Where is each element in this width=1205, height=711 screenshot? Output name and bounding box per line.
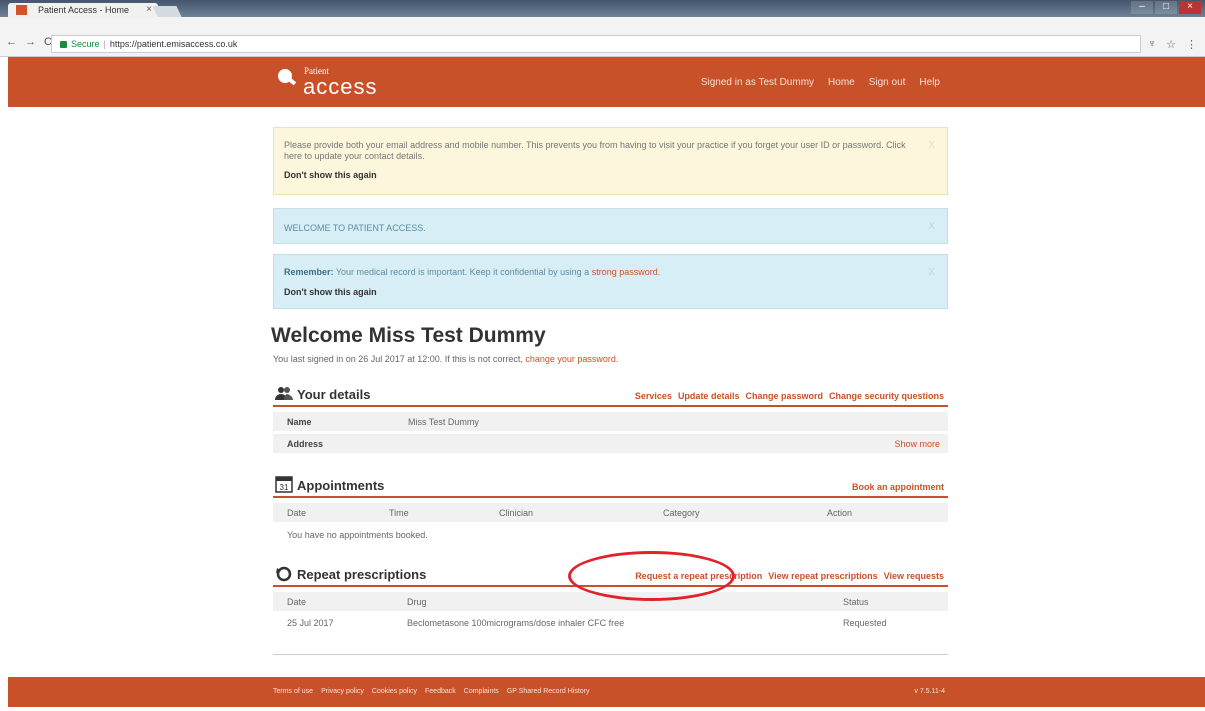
header-nav: Signed in as Test Dummy Home Sign out He…	[701, 77, 940, 88]
contact-details-alert[interactable]: Please provide both your email address a…	[273, 127, 948, 195]
dont-show-again-link[interactable]: Don't show this again	[284, 170, 917, 180]
section-title: Repeat prescriptions	[297, 567, 427, 582]
change-password-link[interactable]: Change password	[745, 391, 823, 401]
version-label: v 7.5.11-4	[914, 688, 945, 695]
appointments-header: 31 Appointments Book an appointment	[273, 474, 948, 498]
column-header: Date	[287, 508, 307, 518]
calendar-icon: 31	[275, 476, 293, 493]
welcome-alert-text: WELCOME TO PATIENT ACCESS.	[284, 223, 426, 233]
footer-gp-history-link[interactable]: GP Shared Record History	[507, 688, 590, 695]
empty-appointments-row: You have no appointments booked.	[273, 525, 948, 544]
address-label: Address	[287, 439, 324, 449]
bookmark-star-icon[interactable]: ☆	[1166, 38, 1176, 51]
remember-alert: Remember: Your medical record is importa…	[273, 254, 948, 309]
alert-text[interactable]: Please provide both your email address a…	[284, 140, 917, 162]
change-password-link[interactable]: change your password	[525, 354, 616, 364]
close-icon[interactable]: X	[928, 267, 935, 278]
nav-home[interactable]: Home	[828, 77, 855, 88]
dont-show-again-link[interactable]: Don't show this again	[284, 287, 917, 297]
column-header: Date	[287, 597, 307, 607]
footer-terms-link[interactable]: Terms of use	[273, 688, 313, 695]
name-value: Miss Test Dummy	[408, 417, 479, 427]
svg-text:31: 31	[280, 483, 289, 492]
welcome-alert: WELCOME TO PATIENT ACCESS. X	[273, 208, 948, 244]
favicon-icon	[16, 5, 27, 15]
minimize-icon[interactable]: –	[1131, 1, 1153, 14]
empty-message: You have no appointments booked.	[287, 530, 428, 540]
address-row: Address Show more	[273, 434, 948, 453]
footer-feedback-link[interactable]: Feedback	[425, 688, 456, 695]
site-header: Patient access Signed in as Test Dummy H…	[8, 57, 1205, 107]
close-icon[interactable]: X	[928, 140, 935, 151]
footer-privacy-link[interactable]: Privacy policy	[321, 688, 364, 695]
maximize-icon[interactable]: □	[1155, 1, 1177, 14]
tab-close-icon[interactable]: ×	[146, 4, 152, 15]
strong-password-link[interactable]: strong password	[592, 267, 658, 277]
footer-complaints-link[interactable]: Complaints	[464, 688, 499, 695]
browser-actions: ♆ ☆ ⋮	[1148, 38, 1197, 51]
view-requests-link[interactable]: View requests	[884, 571, 944, 581]
prescription-drug: Beclometasone 100micrograms/dose inhaler…	[407, 618, 625, 628]
update-details-link[interactable]: Update details	[678, 391, 740, 401]
prescription-date: 25 Jul 2017	[287, 618, 334, 628]
page-title: Welcome Miss Test Dummy	[271, 324, 546, 347]
column-header: Time	[389, 508, 409, 518]
secure-label: Secure	[71, 39, 100, 49]
new-tab-button[interactable]	[152, 6, 182, 17]
refresh-pill-icon	[276, 566, 292, 582]
column-header: Status	[843, 597, 869, 607]
close-window-icon[interactable]: ×	[1179, 1, 1201, 14]
last-signed-in-text: You last signed in on 26 Jul 2017 at 12:…	[273, 354, 619, 364]
nav-buttons: ← → C	[6, 36, 52, 48]
change-security-questions-link[interactable]: Change security questions	[829, 391, 944, 401]
forward-icon[interactable]: →	[25, 36, 36, 48]
site-footer: Terms of use Privacy policy Cookies poli…	[8, 677, 1205, 707]
close-icon[interactable]: X	[928, 221, 935, 232]
signed-in-label: Signed in as Test Dummy	[700, 77, 815, 88]
remember-label: Remember:	[284, 267, 334, 277]
url-text: https://patient.emisaccess.co.uk	[109, 39, 238, 49]
section-title: Appointments	[297, 478, 385, 493]
browser-tab[interactable]: Patient Access - Home ×	[8, 3, 158, 17]
browser-titlebar: Patient Access - Home × – □ ×	[0, 0, 1205, 17]
users-icon	[275, 387, 293, 400]
tab-title: Patient Access - Home	[38, 5, 130, 15]
name-row: Name Miss Test Dummy	[273, 412, 948, 431]
remember-text: Your medical record is important. Keep i…	[333, 267, 592, 277]
name-label: Name	[287, 417, 312, 427]
extension-icon[interactable]: ♆	[1148, 38, 1156, 51]
column-header: Clinician	[499, 508, 534, 518]
column-header: Drug	[407, 597, 427, 607]
view-repeat-prescriptions-link[interactable]: View repeat prescriptions	[768, 571, 877, 581]
prescription-status: Requested	[843, 618, 887, 628]
appointments-header-row: Date Time Clinician Category Action	[273, 503, 948, 522]
footer-cookies-link[interactable]: Cookies policy	[372, 688, 417, 695]
nav-sign-out[interactable]: Sign out	[869, 77, 906, 88]
column-header: Action	[827, 508, 853, 518]
lock-icon	[60, 41, 67, 48]
back-icon[interactable]: ←	[6, 36, 17, 48]
address-bar: ← → C Secure | https://patient.emisaccess.…	[0, 17, 1205, 57]
your-details-header: Your details Services Update details Cha…	[273, 383, 948, 407]
highlight-ellipse	[568, 551, 735, 601]
services-link[interactable]: Services	[635, 391, 672, 401]
table-row[interactable]: 25 Jul 2017 Beclometasone 100micrograms/…	[273, 613, 948, 632]
show-more-link[interactable]: Show more	[894, 439, 940, 449]
window-controls: – □ ×	[1131, 1, 1201, 15]
menu-icon[interactable]: ⋮	[1186, 38, 1197, 51]
footer-links: Terms of use Privacy policy Cookies poli…	[273, 688, 590, 695]
url-input[interactable]: Secure | https://patient.emisaccess.co.uk	[51, 35, 1141, 53]
book-appointment-link[interactable]: Book an appointment	[852, 482, 944, 492]
section-title: Your details	[297, 387, 371, 402]
nav-help[interactable]: Help	[919, 77, 940, 88]
section-divider	[273, 654, 948, 655]
key-icon	[278, 69, 292, 83]
column-header: Category	[663, 508, 700, 518]
